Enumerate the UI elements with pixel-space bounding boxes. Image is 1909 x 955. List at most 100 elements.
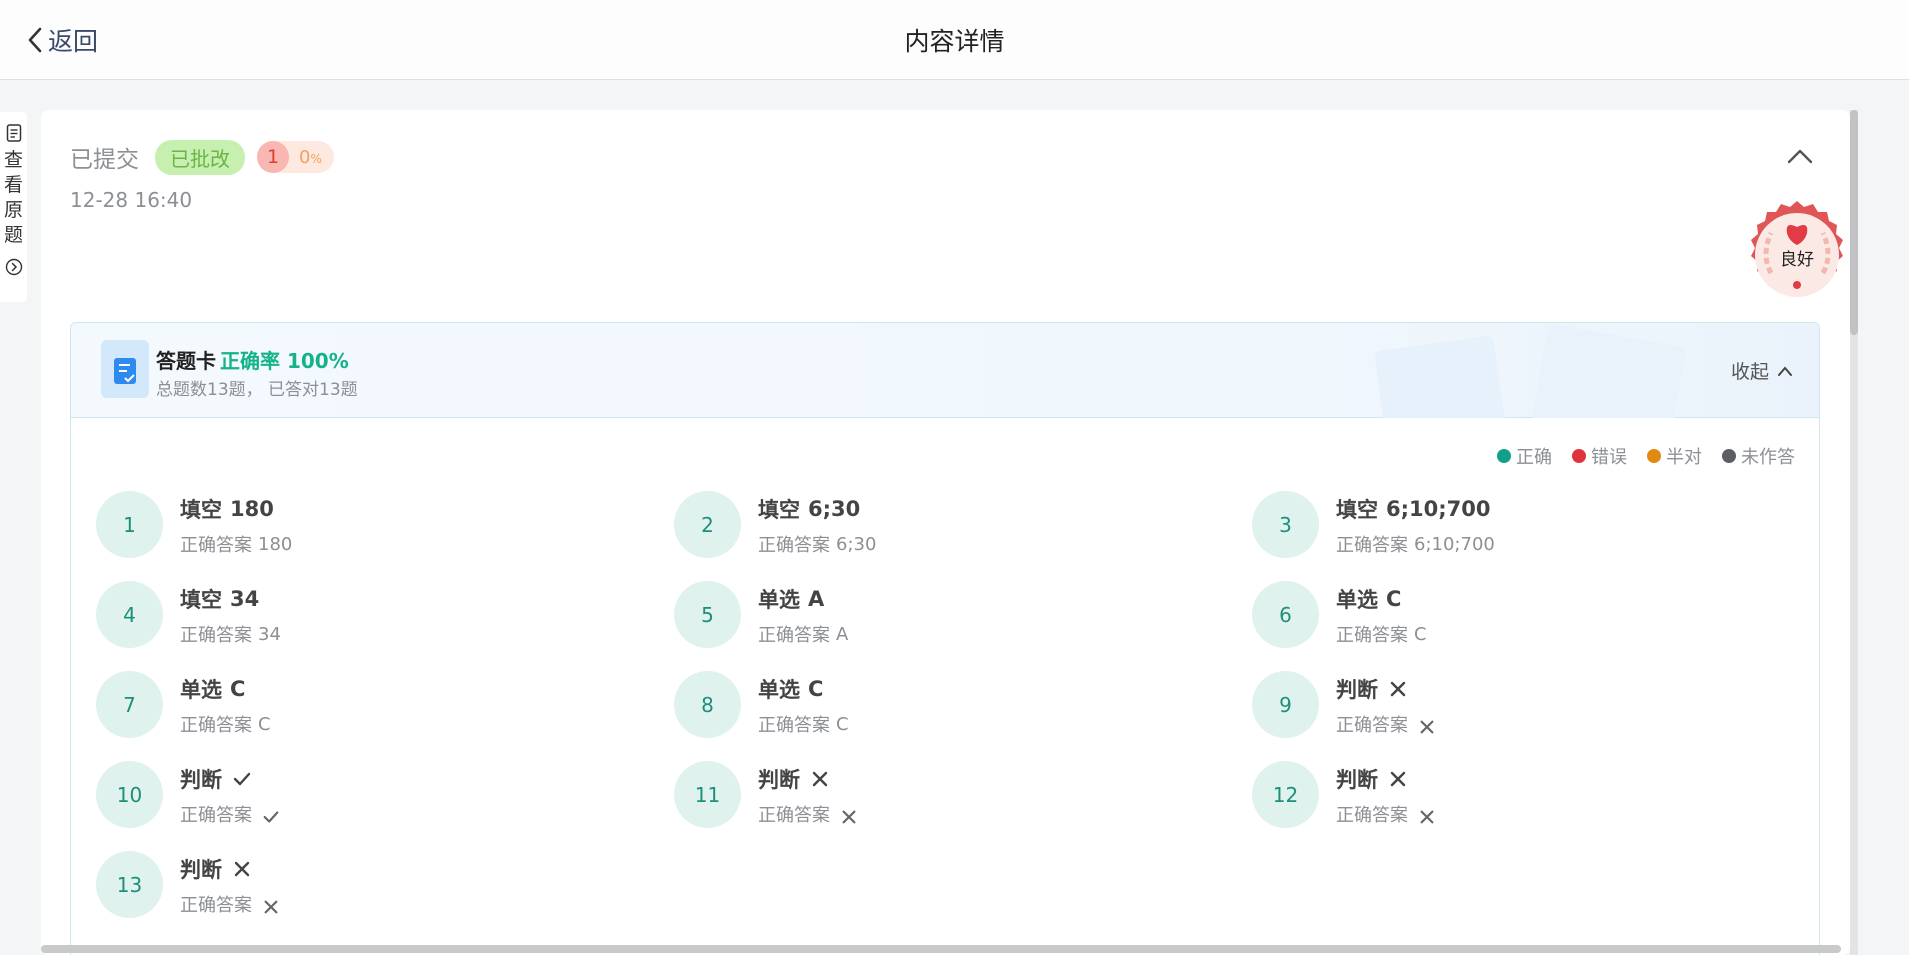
circle-arrow-right-icon [5, 258, 22, 276]
scroll-thumb[interactable] [1850, 110, 1858, 335]
question-answer: 单选 C [180, 677, 246, 702]
check-icon [233, 772, 251, 786]
question-number: 10 [96, 761, 163, 828]
question-answer: 填空 6;10;700 [1336, 497, 1491, 522]
main-card: 已提交 已批改 1 0% 12-28 16:40 良好 答题卡 正确率 100%… [41, 110, 1850, 955]
question-item[interactable]: 11 判断正确答案 [674, 761, 1234, 833]
cross-icon [1420, 720, 1434, 734]
question-answer: 判断 [758, 764, 830, 794]
correct-answer: 正确答案 34 [180, 623, 281, 647]
stamp-label: 良好 [1780, 250, 1814, 270]
legend: 正确 错误 半对 未作答 [1477, 443, 1795, 469]
question-number: 12 [1252, 761, 1319, 828]
question-number: 11 [674, 761, 741, 828]
correct-answer: 正确答案 6;30 [758, 533, 877, 557]
answer-card: 答题卡 正确率 100% 总题数13题， 已答对13题 收起 正确 错误 半对 未作答 … [70, 322, 1820, 955]
cross-icon [812, 771, 828, 787]
score-count: 1 [257, 141, 289, 173]
legend-dot [1647, 449, 1661, 463]
legend-item: 未作答 [1722, 443, 1795, 469]
cross-icon [1420, 810, 1434, 824]
question-answer: 填空 34 [180, 587, 260, 612]
question-answer: 判断 [180, 764, 252, 794]
status-row: 已提交 已批改 1 0% [70, 139, 334, 175]
submitted-status: 已提交 [70, 147, 139, 173]
correct-answer: 正确答案 [1336, 801, 1436, 827]
question-item[interactable]: 9 判断正确答案 [1252, 671, 1812, 743]
question-number: 9 [1252, 671, 1319, 738]
question-number: 1 [96, 491, 163, 558]
answer-card-title: 答题卡 正确率 100% [156, 349, 349, 373]
cross-icon [264, 900, 278, 914]
legend-dot [1497, 449, 1511, 463]
question-item[interactable]: 13 判断正确答案 [96, 851, 656, 923]
correct-answer: 正确答案 C [758, 713, 849, 737]
correct-answer: 正确答案 6;10;700 [1336, 533, 1495, 557]
chevron-up-icon[interactable] [1786, 146, 1814, 166]
question-item[interactable]: 7 单选 C 正确答案 C [96, 671, 656, 743]
cross-icon [842, 810, 856, 824]
question-answer: 填空 180 [180, 497, 274, 522]
view-original-label: 查看原题 [3, 149, 23, 246]
legend-dot [1572, 449, 1586, 463]
horizontal-scrollbar[interactable] [41, 945, 1841, 953]
question-number: 3 [1252, 491, 1319, 558]
question-number: 7 [96, 671, 163, 738]
question-item[interactable]: 6 单选 C 正确答案 C [1252, 581, 1812, 653]
answer-card-header: 答题卡 正确率 100% 总题数13题， 已答对13题 收起 [71, 323, 1819, 418]
question-answer: 单选 A [758, 587, 825, 612]
score-badge: 1 0% [257, 141, 334, 173]
correct-answer: 正确答案 C [1336, 623, 1427, 647]
answer-card-icon [101, 340, 149, 398]
correct-answer: 正确答案 A [758, 623, 849, 647]
question-number: 8 [674, 671, 741, 738]
question-number: 2 [674, 491, 741, 558]
question-answer: 填空 6;30 [758, 497, 861, 522]
collapse-button[interactable]: 收起 [1731, 357, 1793, 384]
correct-answer: 正确答案 [180, 801, 280, 827]
view-original-tab[interactable]: 查看原题 [0, 112, 27, 302]
question-item[interactable]: 12 判断正确答案 [1252, 761, 1812, 833]
question-item[interactable]: 2 填空 6;30 正确答案 6;30 [674, 491, 1234, 563]
correct-answer: 正确答案 180 [180, 533, 293, 557]
question-number: 13 [96, 851, 163, 918]
question-answer: 判断 [1336, 674, 1408, 704]
vertical-scrollbar[interactable] [1850, 110, 1858, 955]
correct-answer: 正确答案 [180, 891, 280, 917]
correct-answer: 正确答案 C [180, 713, 271, 737]
legend-label: 正确 [1516, 447, 1552, 468]
graded-badge: 已批改 [155, 139, 245, 175]
legend-item: 半对 [1647, 443, 1702, 469]
question-answer: 单选 C [758, 677, 824, 702]
legend-item: 正确 [1497, 443, 1552, 469]
submit-datetime: 12-28 16:40 [70, 188, 193, 212]
header-decoration [1375, 324, 1686, 418]
correct-answer: 正确答案 [758, 801, 858, 827]
answer-card-summary: 总题数13题， 已答对13题 [156, 380, 358, 400]
legend-item: 错误 [1572, 443, 1627, 469]
question-item[interactable]: 10 判断正确答案 [96, 761, 656, 833]
legend-label: 半对 [1666, 447, 1702, 468]
question-item[interactable]: 3 填空 6;10;700 正确答案 6;10;700 [1252, 491, 1812, 563]
question-item[interactable]: 5 单选 A 正确答案 A [674, 581, 1234, 653]
question-number: 5 [674, 581, 741, 648]
question-answer: 判断 [180, 854, 252, 884]
legend-label: 错误 [1591, 447, 1627, 468]
chevron-up-icon [1778, 365, 1792, 376]
question-item[interactable]: 4 填空 34 正确答案 34 [96, 581, 656, 653]
question-number: 6 [1252, 581, 1319, 648]
question-number: 4 [96, 581, 163, 648]
correct-answer: 正确答案 [1336, 711, 1436, 737]
question-item[interactable]: 1 填空 180 正确答案 180 [96, 491, 656, 563]
question-answer: 单选 C [1336, 587, 1402, 612]
top-bar: 返回 内容详情 [0, 0, 1909, 80]
check-icon [263, 811, 279, 823]
cross-icon [234, 861, 250, 877]
cross-icon [1390, 771, 1406, 787]
question-answer: 判断 [1336, 764, 1408, 794]
cross-icon [1390, 681, 1406, 697]
legend-label: 未作答 [1741, 447, 1795, 468]
page-title: 内容详情 [904, 27, 1005, 56]
question-item[interactable]: 8 单选 C 正确答案 C [674, 671, 1234, 743]
document-icon [6, 124, 21, 142]
